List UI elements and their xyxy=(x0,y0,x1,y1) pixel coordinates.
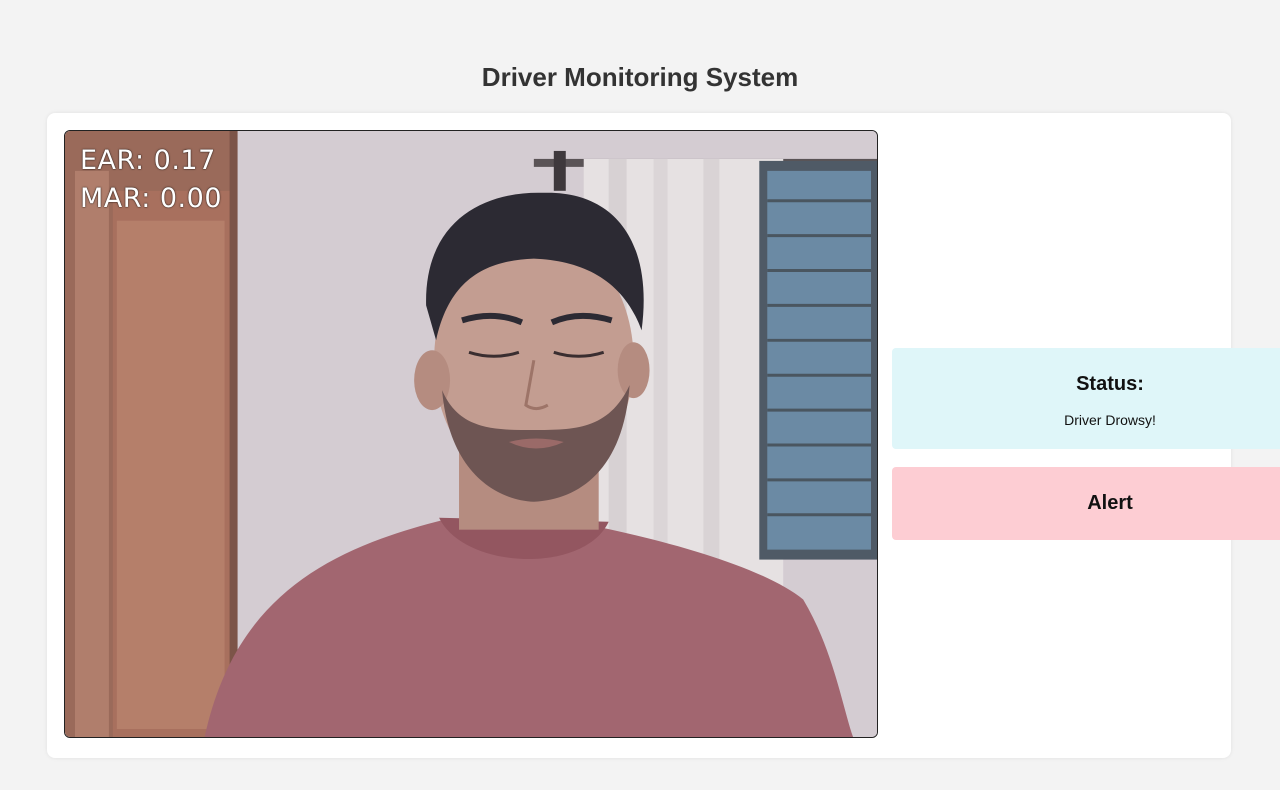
page-title: Driver Monitoring System xyxy=(481,62,799,92)
ear-readout: EAR: 0.17 xyxy=(80,145,216,176)
webcam-feed: EAR: 0.17 MAR: 0.00 xyxy=(64,130,878,738)
status-panel: Status: Driver Drowsy! xyxy=(892,348,1280,449)
status-message: Driver Drowsy! xyxy=(1064,412,1156,428)
webcam-frame-image xyxy=(65,131,877,737)
mar-readout: MAR: 0.00 xyxy=(80,183,222,214)
alert-label: Alert xyxy=(1087,492,1133,514)
alert-panel: Alert xyxy=(892,467,1280,540)
status-heading: Status: xyxy=(1076,373,1144,395)
